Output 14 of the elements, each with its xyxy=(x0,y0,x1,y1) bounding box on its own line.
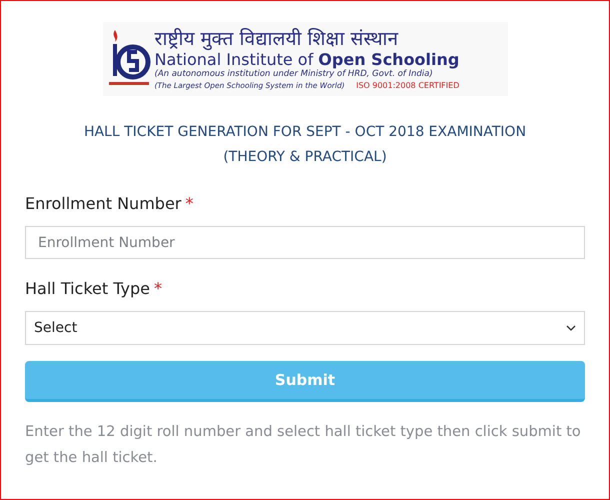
chevron-down-icon xyxy=(566,325,576,331)
required-mark: * xyxy=(154,278,162,300)
hall-ticket-type-select[interactable]: Select xyxy=(25,311,585,345)
field-label: Hall Ticket Type xyxy=(25,278,150,300)
field-label: Enrollment Number xyxy=(25,193,182,215)
hindi-institute-name: राष्ट्रीय मुक्त विद्यालयी शिक्षा संस्थान xyxy=(154,28,400,50)
help-text: Enter the 12 digit roll number and select hall ticket type then click submit to get the hall ticket. xyxy=(24,423,582,468)
page-heading: (THEORY & PRACTICAL) xyxy=(223,148,387,167)
required-mark: * xyxy=(185,193,194,215)
page-heading: HALL TICKET GENERATION FOR SEPT - OCT 2018 EXAMINATION xyxy=(84,123,526,142)
certification-text: ISO 9001:2008 CERTIFIED xyxy=(356,80,460,90)
institute-subtitle: (An autonomous institution under Ministry of HRD, Govt. of India) xyxy=(154,68,434,80)
institute-name: National Institute of Open Schooling xyxy=(154,50,460,68)
enrollment-number-field[interactable]: Enrollment Number xyxy=(25,226,585,259)
